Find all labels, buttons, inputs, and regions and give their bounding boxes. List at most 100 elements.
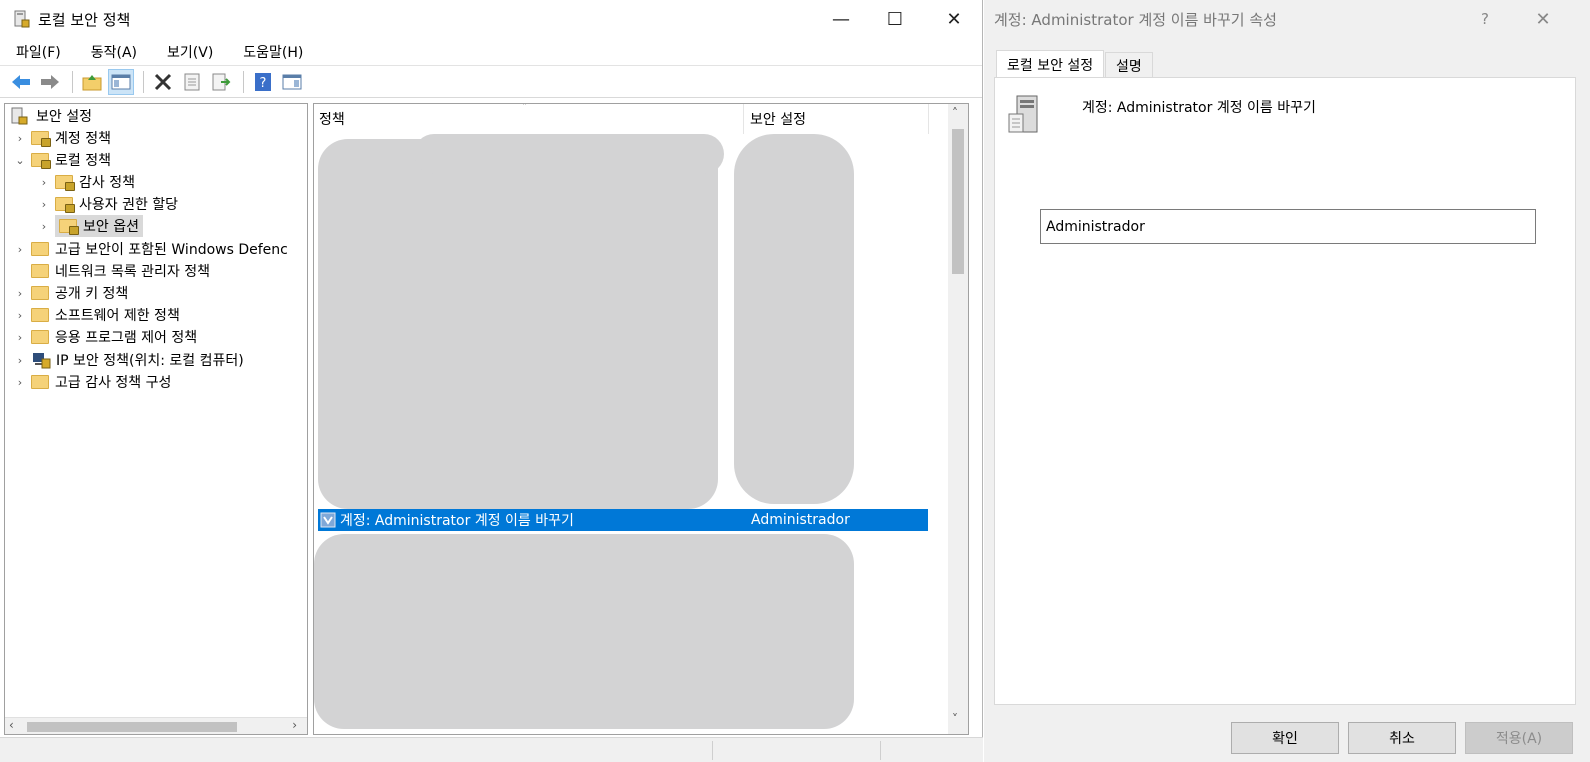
tree-root-security-settings[interactable]: 보안 설정 bbox=[10, 105, 92, 127]
folder-icon bbox=[31, 330, 49, 344]
tree-label: 보안 옵션 bbox=[83, 219, 139, 235]
forward-button[interactable] bbox=[37, 69, 63, 95]
svg-text:?: ? bbox=[260, 76, 267, 91]
export-list-icon bbox=[212, 73, 231, 90]
tab-local-security-setting[interactable]: 로컬 보안 설정 bbox=[996, 50, 1105, 78]
back-button[interactable] bbox=[8, 69, 34, 95]
tree-item-audit-policy[interactable]: › 감사 정책 bbox=[37, 171, 135, 193]
tab-explain[interactable]: 설명 bbox=[1105, 52, 1153, 79]
tree-item-account-policies[interactable]: › 계정 정책 bbox=[13, 127, 111, 149]
close-button[interactable]: ✕ bbox=[925, 0, 983, 38]
scroll-left-icon[interactable]: ‹ bbox=[9, 718, 14, 732]
column-header-policy[interactable]: 정책 bbox=[319, 104, 744, 134]
tree-label: 고급 보안이 포함된 Windows Defenc bbox=[55, 242, 288, 258]
help-icon: ? bbox=[255, 72, 271, 91]
chevron-right-icon[interactable]: › bbox=[13, 243, 27, 256]
show-hide-tree-button[interactable] bbox=[108, 68, 134, 95]
policy-server-icon bbox=[1008, 95, 1038, 133]
tree-item-user-rights-assignment[interactable]: › 사용자 권한 할당 bbox=[37, 193, 178, 215]
tree-item-network-list-manager[interactable]: 네트워크 목록 관리자 정책 bbox=[13, 260, 210, 282]
chevron-right-icon[interactable]: › bbox=[37, 220, 51, 233]
locked-folder-icon bbox=[55, 175, 75, 191]
scrollbar-thumb[interactable] bbox=[952, 129, 964, 274]
tree-label: 감사 정책 bbox=[79, 175, 135, 191]
tree-label: 보안 설정 bbox=[36, 109, 92, 125]
security-setting-cell: Administrador bbox=[751, 512, 850, 528]
properties-button[interactable] bbox=[179, 69, 205, 95]
apply-button[interactable]: 적용(A) bbox=[1465, 722, 1573, 754]
minimize-button[interactable]: — bbox=[812, 0, 870, 38]
chevron-down-icon[interactable]: ⌄ bbox=[13, 154, 27, 167]
column-divider[interactable] bbox=[928, 104, 929, 134]
tree-item-advanced-audit[interactable]: › 고급 감사 정책 구성 bbox=[13, 371, 171, 393]
menu-view[interactable]: 보기(V) bbox=[167, 42, 213, 62]
chevron-right-icon[interactable]: › bbox=[13, 331, 27, 344]
close-icon: ✕ bbox=[1535, 8, 1551, 30]
menu-action[interactable]: 동작(A) bbox=[91, 42, 137, 62]
table-row-selected[interactable]: 계정: Administrator 계정 이름 바꾸기 Administrado… bbox=[318, 509, 928, 531]
menu-file[interactable]: 파일(F) bbox=[16, 42, 61, 62]
tree-item-application-control[interactable]: › 응용 프로그램 제어 정책 bbox=[13, 326, 197, 348]
console-tree[interactable]: 보안 설정 › 계정 정책 ⌄ 로컬 정책 › 감사 정책 › 사용자 권한 할당 › 보… bbox=[4, 103, 308, 735]
help-button[interactable]: ? bbox=[250, 69, 276, 95]
account-name-value: Administrador bbox=[1046, 218, 1145, 235]
chevron-right-icon[interactable]: › bbox=[13, 354, 27, 367]
maximize-button[interactable]: ☐ bbox=[866, 0, 924, 38]
locked-folder-icon bbox=[55, 197, 75, 213]
close-icon: ✕ bbox=[946, 8, 962, 30]
tree-label: 로컬 정책 bbox=[55, 153, 111, 169]
forward-arrow-icon bbox=[41, 74, 59, 89]
chevron-right-icon[interactable]: › bbox=[37, 176, 51, 189]
policy-icon bbox=[320, 512, 336, 528]
toolbar-separator bbox=[243, 70, 244, 93]
list-vertical-scrollbar[interactable]: ˄ ˅ bbox=[948, 104, 968, 734]
main-titlebar[interactable]: 로컬 보안 정책 — ☐ ✕ bbox=[0, 0, 982, 38]
scroll-up-icon[interactable]: ˄ bbox=[952, 106, 958, 120]
selected-highlight: 보안 옵션 bbox=[55, 215, 143, 237]
delete-button[interactable] bbox=[150, 69, 176, 95]
tree-item-public-key-policies[interactable]: › 공개 키 정책 bbox=[13, 282, 128, 304]
ok-button[interactable]: 확인 bbox=[1231, 722, 1339, 754]
chevron-right-icon[interactable]: › bbox=[37, 198, 51, 211]
chevron-right-icon[interactable]: › bbox=[13, 376, 27, 389]
cancel-button[interactable]: 취소 bbox=[1348, 722, 1456, 754]
dialog-close-button[interactable]: ✕ bbox=[1514, 0, 1572, 38]
tree-item-windows-defender-firewall[interactable]: › 고급 보안이 포함된 Windows Defenc bbox=[13, 238, 288, 260]
chevron-right-icon[interactable]: › bbox=[13, 287, 27, 300]
ip-security-icon bbox=[33, 353, 51, 369]
show-hide-action-pane-button[interactable] bbox=[279, 69, 305, 95]
dialog-titlebar[interactable]: 계정: Administrator 계정 이름 바꾸기 속성 ? ✕ bbox=[984, 0, 1590, 38]
scroll-down-icon[interactable]: ˅ bbox=[952, 712, 958, 726]
menu-help[interactable]: 도움말(H) bbox=[243, 42, 303, 62]
redacted-area bbox=[414, 134, 724, 174]
tab-panel: 계정: Administrator 계정 이름 바꾸기 bbox=[994, 77, 1576, 705]
account-name-input[interactable]: Administrador bbox=[1040, 209, 1536, 244]
folder-icon bbox=[31, 242, 49, 256]
help-button[interactable]: ? bbox=[1456, 0, 1514, 38]
chevron-right-icon[interactable]: › bbox=[13, 132, 27, 145]
main-window-title: 로컬 보안 정책 bbox=[38, 10, 131, 29]
chevron-right-icon[interactable]: › bbox=[13, 309, 27, 322]
show-hide-action-pane-icon bbox=[282, 74, 302, 89]
tree-item-software-restriction[interactable]: › 소프트웨어 제한 정책 bbox=[13, 304, 180, 326]
tree-item-local-policies[interactable]: ⌄ 로컬 정책 bbox=[13, 149, 111, 171]
tree-horizontal-scrollbar[interactable]: ‹ › bbox=[5, 717, 307, 734]
tree-item-ip-security[interactable]: › IP 보안 정책(위치: 로컬 컴퓨터) bbox=[13, 349, 244, 371]
scroll-right-icon[interactable]: › bbox=[292, 718, 297, 732]
tree-label: 고급 감사 정책 구성 bbox=[55, 375, 172, 391]
column-divider[interactable] bbox=[743, 104, 744, 134]
up-folder-icon bbox=[82, 74, 102, 90]
export-list-button[interactable] bbox=[208, 69, 234, 95]
policy-list[interactable]: ˄ 정책 보안 설정 계정: Administrator 계정 이름 바꾸기 A… bbox=[313, 103, 969, 735]
tree-label: 소프트웨어 제한 정책 bbox=[55, 308, 180, 324]
folder-icon bbox=[31, 264, 49, 278]
policy-name-cell: 계정: Administrator 계정 이름 바꾸기 bbox=[340, 513, 574, 529]
tree-item-security-options[interactable]: › 보안 옵션 bbox=[37, 215, 143, 237]
back-arrow-icon bbox=[12, 74, 30, 89]
help-icon: ? bbox=[1481, 10, 1489, 28]
folder-icon bbox=[31, 286, 49, 300]
column-header-security-setting[interactable]: 보안 설정 bbox=[750, 104, 930, 134]
up-one-level-button[interactable] bbox=[79, 69, 105, 95]
scrollbar-thumb[interactable] bbox=[27, 722, 237, 732]
properties-dialog: 계정: Administrator 계정 이름 바꾸기 속성 ? ✕ 로컬 보안… bbox=[984, 0, 1590, 762]
